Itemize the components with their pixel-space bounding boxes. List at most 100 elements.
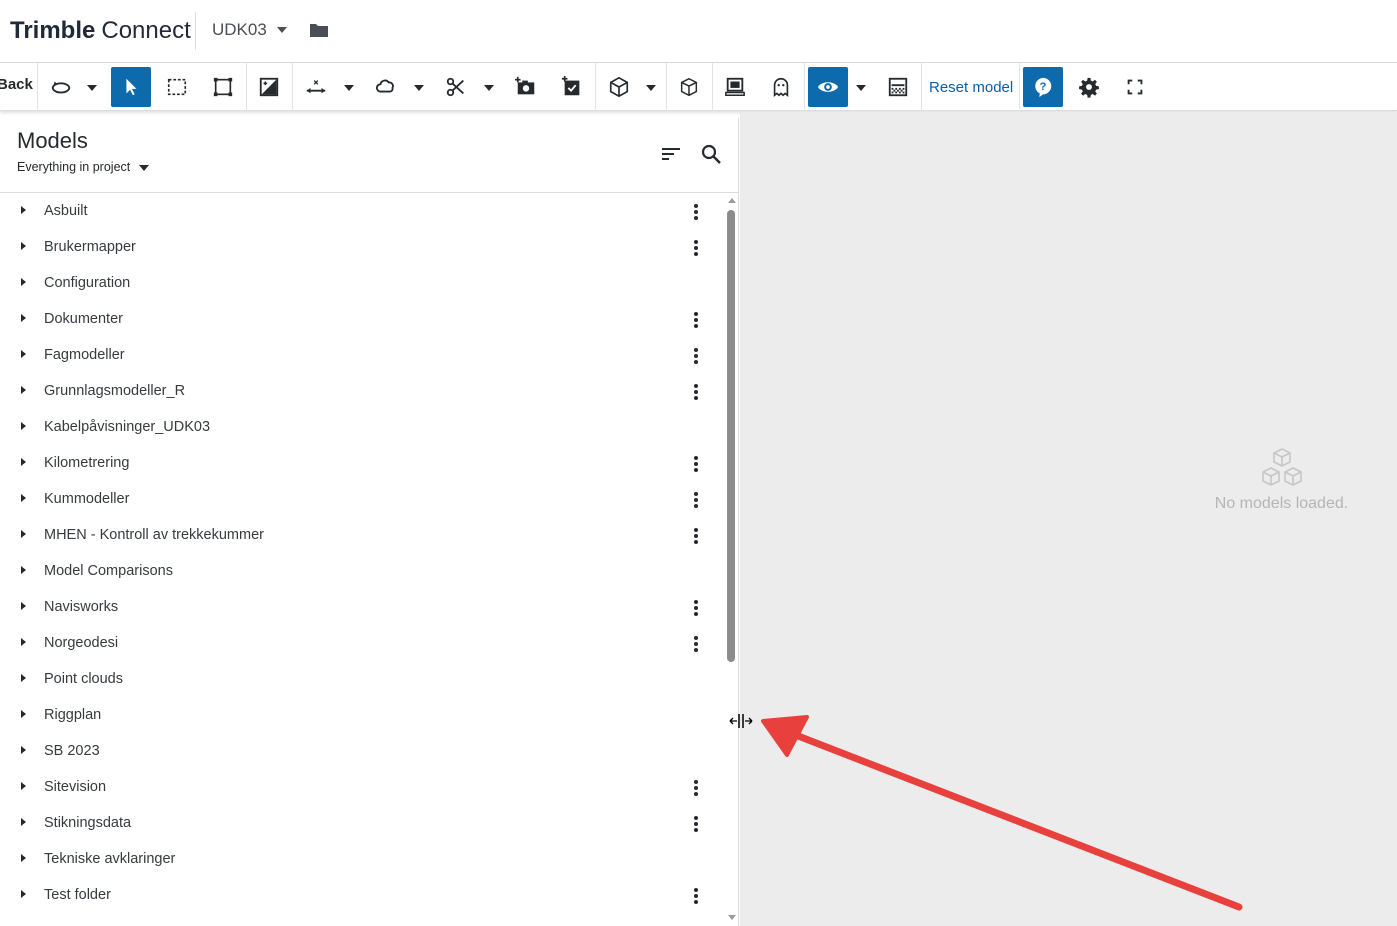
more-options-icon[interactable]: [689, 238, 703, 258]
tree-item-row[interactable]: Kilometrering: [0, 445, 720, 481]
more-options-icon[interactable]: [689, 598, 703, 618]
tree-item-row[interactable]: Norgeodesi: [0, 625, 720, 661]
tree-item-label[interactable]: Navisworks: [44, 599, 118, 615]
search-icon[interactable]: [700, 143, 722, 165]
expand-arrow-icon[interactable]: [21, 782, 26, 790]
tree-item-row[interactable]: Sitevision: [0, 769, 720, 805]
help-button[interactable]: ?: [1023, 67, 1063, 107]
expand-arrow-icon[interactable]: [21, 890, 26, 898]
visibility-button[interactable]: [808, 67, 848, 107]
settings-button[interactable]: [1069, 67, 1109, 107]
tree-item-label[interactable]: Dokumenter: [44, 311, 123, 327]
tree-item-label[interactable]: Stikningsdata: [44, 815, 131, 831]
visibility-dropdown-icon[interactable]: [856, 85, 866, 91]
more-options-icon[interactable]: [689, 382, 703, 402]
tree-item-row[interactable]: Fagmodeller: [0, 337, 720, 373]
more-options-icon[interactable]: [689, 814, 703, 834]
scroll-up-arrow-icon[interactable]: [728, 198, 736, 203]
snapshot-button[interactable]: [506, 67, 546, 107]
tree-item-label[interactable]: Grunnlagsmodeller_R: [44, 383, 185, 399]
tree-item-label[interactable]: Tekniske avklaringer: [44, 851, 175, 867]
tree-item-label[interactable]: Kummodeller: [44, 491, 129, 507]
tree-item-label[interactable]: MHEN - Kontroll av trekkekummer: [44, 527, 264, 543]
expand-arrow-icon[interactable]: [21, 818, 26, 826]
expand-arrow-icon[interactable]: [21, 242, 26, 250]
tree-item-label[interactable]: Fagmodeller: [44, 347, 125, 363]
tree-item-label[interactable]: Norgeodesi: [44, 635, 118, 651]
tree-item-row[interactable]: Kabelpåvisninger_UDK03: [0, 409, 720, 445]
tree-item-label[interactable]: SB 2023: [44, 743, 100, 759]
expand-arrow-icon[interactable]: [21, 710, 26, 718]
project-selector[interactable]: UDK03: [212, 20, 267, 40]
tree-item-row[interactable]: Model Comparisons: [0, 553, 720, 589]
expand-arrow-icon[interactable]: [21, 602, 26, 610]
expand-arrow-icon[interactable]: [21, 206, 26, 214]
tree-item-row[interactable]: Brukermapper: [0, 229, 720, 265]
expand-arrow-icon[interactable]: [21, 422, 26, 430]
tree-item-label[interactable]: Configuration: [44, 275, 130, 291]
scrollbar[interactable]: [726, 198, 736, 926]
fit-to-view-button[interactable]: [203, 67, 243, 107]
expand-arrow-icon[interactable]: [21, 674, 26, 682]
clip-dropdown-icon[interactable]: [484, 85, 494, 91]
tree-item-label[interactable]: Kilometrering: [44, 455, 129, 471]
screenshot-button[interactable]: [715, 67, 755, 107]
chevron-down-icon[interactable]: [139, 165, 149, 171]
more-options-icon[interactable]: [689, 778, 703, 798]
view-cube-button[interactable]: [599, 67, 639, 107]
area-select-button[interactable]: [157, 67, 197, 107]
scroll-down-arrow-icon[interactable]: [728, 915, 736, 920]
more-options-icon[interactable]: [689, 490, 703, 510]
expand-arrow-icon[interactable]: [21, 530, 26, 538]
fullscreen-button[interactable]: [1115, 67, 1155, 107]
reset-model-button[interactable]: Reset model: [929, 79, 1013, 96]
tree-item-label[interactable]: Asbuilt: [44, 203, 88, 219]
folder-icon[interactable]: [309, 21, 329, 39]
tree-item-row[interactable]: Asbuilt: [0, 193, 720, 229]
resize-cursor-icon[interactable]: [729, 712, 753, 730]
tree-item-row[interactable]: Stikningsdata: [0, 805, 720, 841]
tree-item-row[interactable]: Test folder: [0, 877, 720, 913]
more-options-icon[interactable]: [689, 886, 703, 906]
tree-item-row[interactable]: Grunnlagsmodeller_R: [0, 373, 720, 409]
tree-item-row[interactable]: Dokumenter: [0, 301, 720, 337]
exposure-button[interactable]: [249, 67, 289, 107]
tree-item-label[interactable]: Brukermapper: [44, 239, 136, 255]
tree-item-row[interactable]: Point clouds: [0, 661, 720, 697]
markup-dropdown-icon[interactable]: [414, 85, 424, 91]
markup-cloud-button[interactable]: [366, 67, 406, 107]
expand-arrow-icon[interactable]: [21, 854, 26, 862]
expand-arrow-icon[interactable]: [21, 458, 26, 466]
tree-item-row[interactable]: Configuration: [0, 265, 720, 301]
view-dropdown-icon[interactable]: [646, 85, 656, 91]
scope-filter-dropdown[interactable]: Everything in project: [17, 160, 130, 174]
orbit-button[interactable]: [41, 67, 81, 107]
more-options-icon[interactable]: [689, 526, 703, 546]
sort-icon[interactable]: [660, 144, 682, 164]
tree-item-row[interactable]: Navisworks: [0, 589, 720, 625]
transparency-button[interactable]: [878, 67, 918, 107]
more-options-icon[interactable]: [689, 634, 703, 654]
expand-arrow-icon[interactable]: [21, 278, 26, 286]
orbit-dropdown-icon[interactable]: [87, 85, 97, 91]
expand-arrow-icon[interactable]: [21, 386, 26, 394]
tree-item-row[interactable]: Riggplan: [0, 697, 720, 733]
chevron-down-icon[interactable]: [277, 27, 287, 33]
expand-arrow-icon[interactable]: [21, 350, 26, 358]
tree-item-label[interactable]: Kabelpåvisninger_UDK03: [44, 419, 210, 435]
tree-item-label[interactable]: Point clouds: [44, 671, 123, 687]
back-button[interactable]: Back: [0, 76, 33, 93]
tree-item-label[interactable]: Test folder: [44, 887, 111, 903]
tree-item-row[interactable]: MHEN - Kontroll av trekkekummer: [0, 517, 720, 553]
more-options-icon[interactable]: [689, 346, 703, 366]
expand-arrow-icon[interactable]: [21, 638, 26, 646]
app-logo[interactable]: Trimble Connect: [0, 14, 191, 48]
add-todo-button[interactable]: [552, 67, 592, 107]
more-options-icon[interactable]: [689, 310, 703, 330]
clip-button[interactable]: [436, 67, 476, 107]
more-options-icon[interactable]: [689, 202, 703, 222]
tree-item-label[interactable]: Sitevision: [44, 779, 106, 795]
tree-item-row[interactable]: SB 2023: [0, 733, 720, 769]
projection-button[interactable]: [669, 67, 709, 107]
expand-arrow-icon[interactable]: [21, 746, 26, 754]
